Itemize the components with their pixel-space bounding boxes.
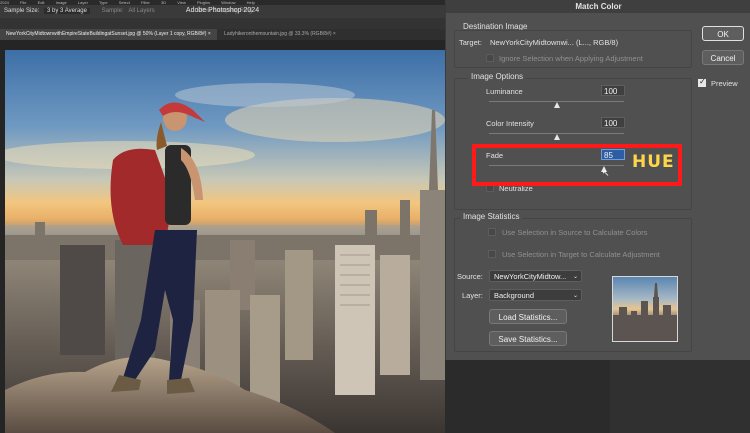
layer-dropdown-value: Background [494,291,535,300]
layer-dropdown[interactable]: Background ⌄ [489,289,582,301]
preview-checkbox[interactable] [698,77,706,87]
ignore-selection-checkbox[interactable] [486,54,494,62]
load-statistics-button[interactable]: Load Statistics... [489,309,567,324]
color-intensity-slider-thumb[interactable] [553,134,560,140]
source-thumbnail [612,276,678,342]
use-target-selection-label: Use Selection in Target to Calculate Adj… [502,250,660,259]
source-dropdown[interactable]: NewYorkCityMidtow... ⌄ [489,270,582,282]
luminance-slider-thumb[interactable] [553,102,560,108]
color-intensity-label: Color Intensity [486,119,534,128]
target-label: Target: [459,38,482,47]
luminance-label: Luminance [486,87,523,96]
preview-label: Preview [711,79,738,88]
save-statistics-button[interactable]: Save Statistics... [489,331,567,346]
options-bar-lower [0,18,445,29]
document-tabs: NewYorkCityMidtownwithEmpireStateBuildin… [0,29,445,40]
canvas-image[interactable] [5,50,445,433]
use-source-selection-label: Use Selection in Source to Calculate Col… [502,228,648,237]
doc-tab-active[interactable]: NewYorkCityMidtownwithEmpireStateBuildin… [0,29,217,40]
annotation-label: HUE [632,152,675,172]
use-source-selection-checkbox[interactable] [488,228,496,236]
layer-label: Layer: [462,291,483,300]
photo-illustration [5,83,445,433]
doc-tab[interactable]: Ladyhikeronthemountain.jpg @ 33.3% (RGB/… [218,29,342,40]
image-statistics-header: Image Statistics [460,212,523,221]
color-intensity-input[interactable]: 100 [601,117,625,128]
source-label: Source: [457,272,483,281]
ok-button[interactable]: OK [702,26,744,41]
target-value: NewYorkCityMidtownwi... (L..., RGB/8) [490,38,619,47]
source-dropdown-value: NewYorkCityMidtow... [494,272,567,281]
thumbnail-skyline [613,283,677,341]
chevron-down-icon: ⌄ [572,293,578,299]
dialog-title: Match Color [446,0,750,13]
app-title: Adobe Photoshop 2024 [185,7,260,14]
use-target-selection-checkbox[interactable] [488,250,496,258]
layers-panel-fragment [610,360,750,433]
cancel-button[interactable]: Cancel [702,50,744,65]
chevron-down-icon: ⌄ [572,274,578,280]
ignore-selection-label: Ignore Selection when Applying Adjustmen… [499,54,643,63]
luminance-input[interactable]: 100 [601,85,625,96]
image-options-header: Image Options [468,72,527,81]
